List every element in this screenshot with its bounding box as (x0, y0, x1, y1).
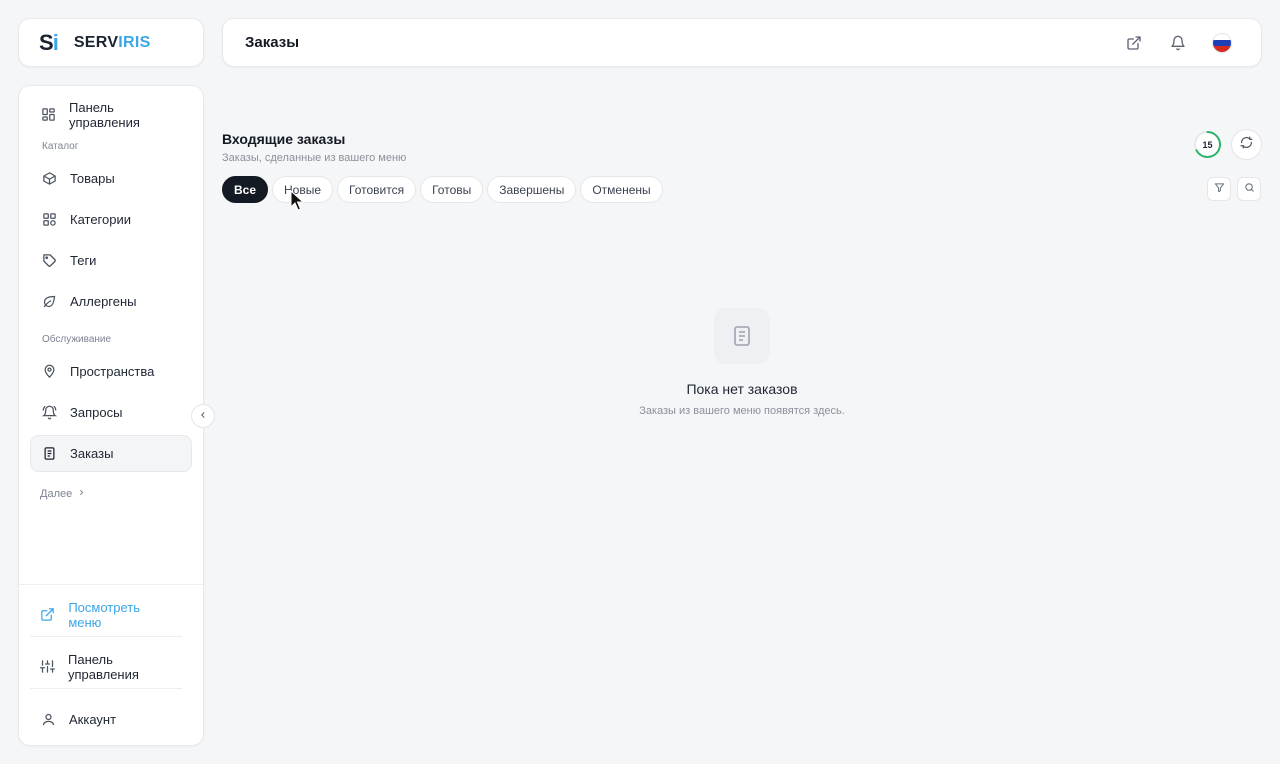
refresh-icon (1240, 135, 1253, 154)
logo-text-serv: SERV (73, 33, 119, 51)
user-icon (40, 711, 56, 727)
tab-cancelled[interactable]: Отменены (580, 176, 663, 203)
sidebar-item-label: Аллергены (70, 294, 137, 309)
sidebar-item-allergens[interactable]: Аллергены (30, 283, 192, 320)
sidebar-item-categories[interactable]: Категории (30, 201, 192, 238)
language-switcher[interactable] (1205, 26, 1239, 60)
receipt-icon (714, 308, 770, 364)
tab-all[interactable]: Все (222, 176, 269, 203)
timer-value: 15 (1202, 139, 1213, 150)
external-link-icon[interactable] (1117, 26, 1151, 60)
bell-icon[interactable] (1161, 26, 1195, 60)
control-panel-label: Панель управления (68, 651, 139, 682)
sidebar-collapse-button[interactable] (191, 404, 215, 428)
sliders-icon (40, 659, 55, 675)
logo-mark-i: i (52, 29, 59, 55)
logo-text-iris: IRIS (118, 33, 151, 51)
order-status-tabs: Все Новые Готовится Готовы Завершены Отм… (222, 176, 663, 203)
section-label-service: Обслуживание (42, 334, 112, 345)
logo-card[interactable]: Si SERVIRIS (18, 18, 204, 67)
sidebar-item-orders[interactable]: Заказы (30, 435, 192, 472)
location-pin-icon (41, 364, 57, 380)
sidebar-item-label: Пространства (70, 364, 155, 379)
chevron-right-icon (77, 488, 86, 500)
external-link-icon (40, 607, 55, 623)
tag-icon (41, 253, 57, 269)
search-button[interactable] (1237, 177, 1261, 201)
sidebar-item-label: Панель управления (69, 99, 140, 130)
control-panel-link[interactable]: Панель управления (30, 645, 182, 689)
account-label: Аккаунт (69, 711, 117, 727)
filter-button[interactable] (1207, 177, 1231, 201)
more-link[interactable]: Далее (30, 476, 192, 512)
sidebar-item-label: Теги (70, 253, 97, 268)
sidebar-item-requests[interactable]: Запросы (30, 394, 192, 431)
sidebar-item-tags[interactable]: Теги (30, 242, 192, 279)
sidebar-item-label: Категории (70, 212, 131, 227)
sidebar-item-products[interactable]: Товары (30, 160, 192, 197)
more-link-label: Далее (40, 488, 73, 500)
orders-subheading: Заказы, сделанные из вашего меню (222, 152, 407, 164)
header-bar: Заказы (222, 18, 1262, 67)
empty-state-text: Заказы из вашего меню появятся здесь. (639, 405, 845, 417)
chevron-left-icon (198, 407, 208, 425)
view-menu-label: Посмотреть меню (68, 599, 140, 630)
sidebar: Панель управления Каталог Товары Категор… (18, 85, 204, 746)
view-menu-link[interactable]: Посмотреть меню (30, 593, 182, 637)
orders-heading: Входящие заказы (222, 131, 346, 147)
refresh-button[interactable] (1231, 129, 1262, 160)
logo-mark-s: S (39, 29, 54, 55)
mouse-cursor-icon (290, 190, 304, 211)
account-link[interactable]: Аккаунт (30, 697, 182, 741)
bell-icon (41, 405, 57, 421)
grid-icon (41, 212, 57, 228)
header-actions (1107, 26, 1239, 60)
sidebar-bottom: Посмотреть меню Панель управления Аккаун… (19, 584, 203, 745)
sidebar-item-spaces[interactable]: Пространства (30, 353, 192, 390)
box-icon (41, 171, 57, 187)
logo-mark: Si (39, 29, 59, 56)
auto-refresh-timer: 15 (1193, 130, 1222, 159)
filter-icon (1214, 180, 1225, 198)
sidebar-item-label: Заказы (70, 446, 114, 461)
logo-text: SERVIRIS (74, 34, 151, 52)
search-icon (1244, 180, 1255, 198)
tab-preparing[interactable]: Готовится (337, 176, 417, 203)
page-title: Заказы (245, 34, 300, 51)
tab-ready[interactable]: Готовы (420, 176, 484, 203)
empty-state-title: Пока нет заказов (686, 381, 798, 397)
sidebar-item-label: Товары (70, 171, 115, 186)
dashboard-icon (41, 107, 56, 123)
sidebar-item-label: Запросы (70, 405, 123, 420)
tab-completed[interactable]: Завершены (487, 176, 577, 203)
receipt-icon (41, 446, 57, 462)
sidebar-item-dashboard[interactable]: Панель управления (30, 96, 192, 133)
section-label-catalog: Каталог (42, 141, 79, 152)
leaf-icon (41, 294, 57, 310)
russia-flag-icon (1212, 32, 1232, 53)
